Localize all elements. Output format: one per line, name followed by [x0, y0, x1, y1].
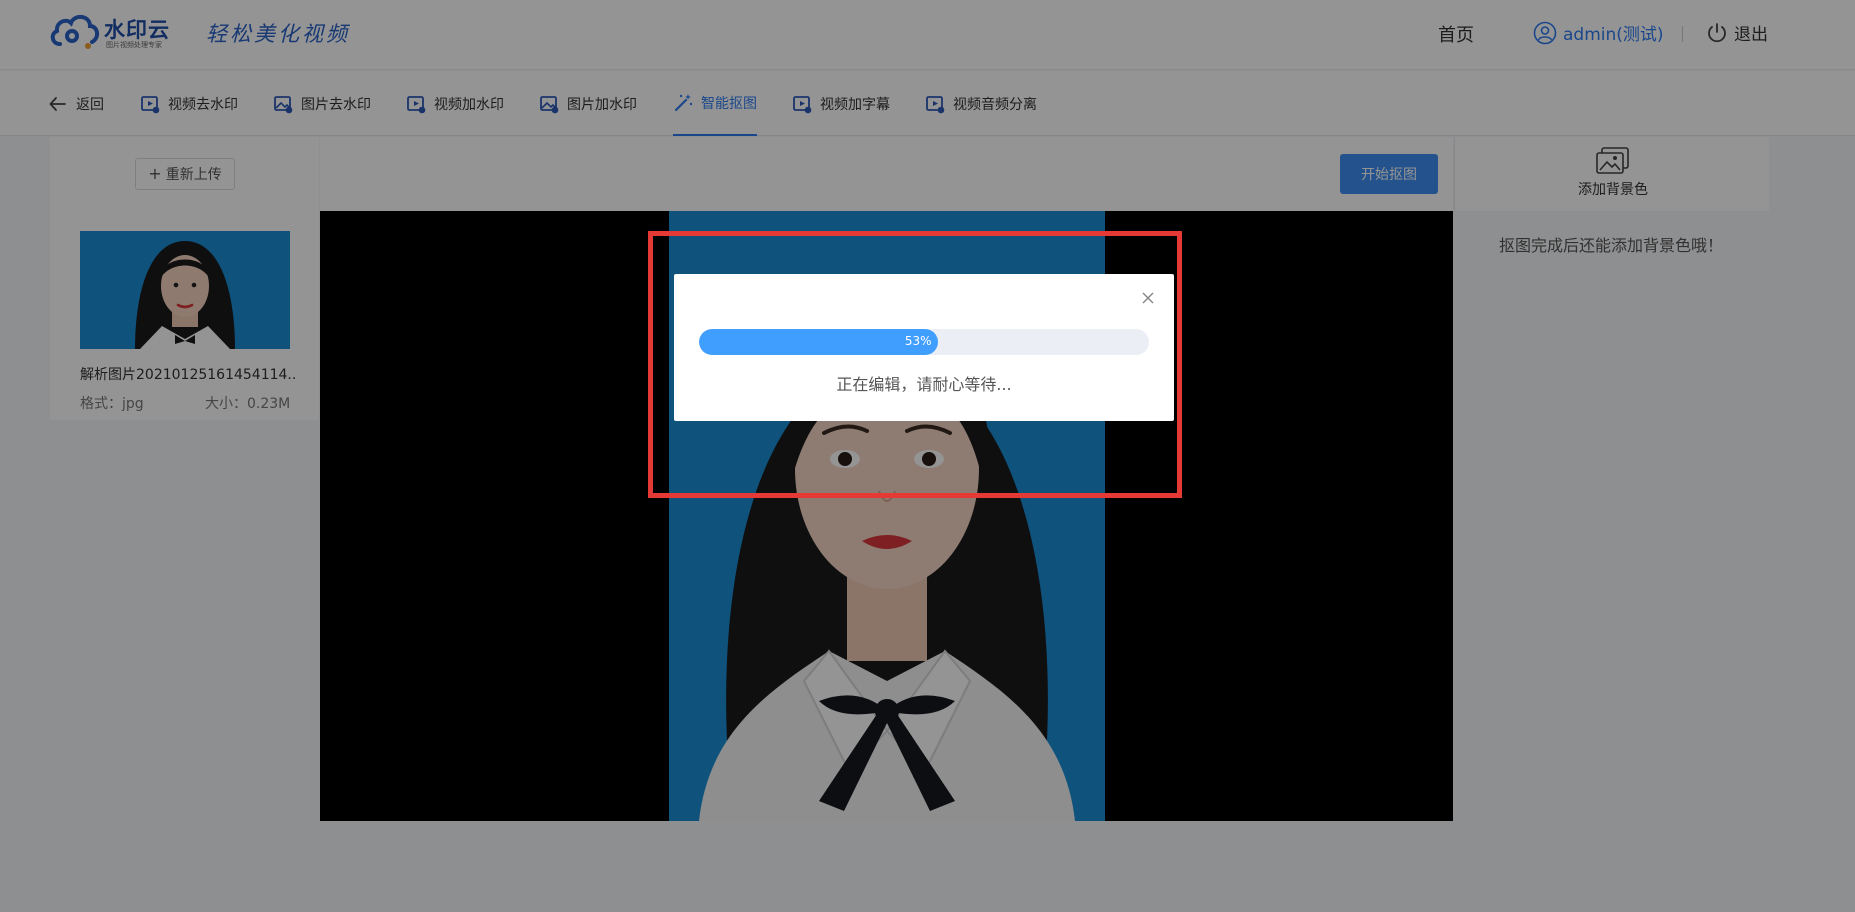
highlight-frame: [648, 231, 1182, 498]
